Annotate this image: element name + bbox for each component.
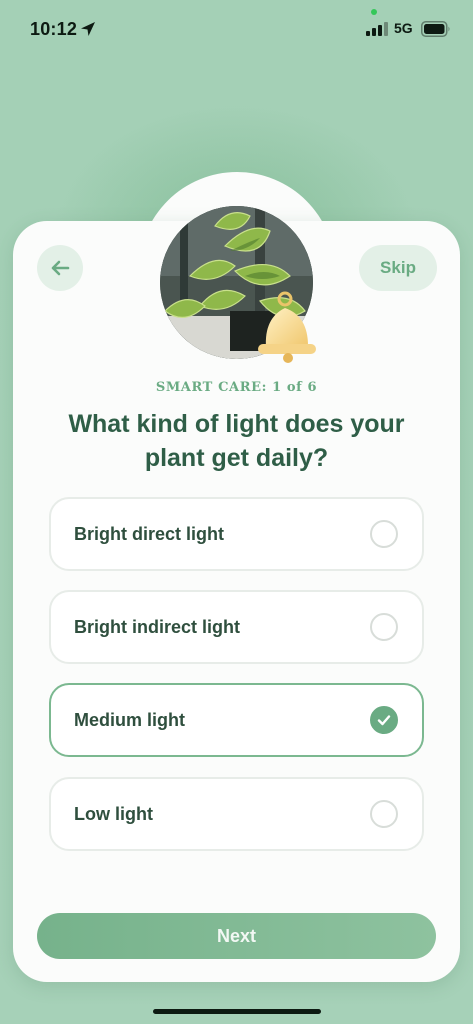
back-button[interactable] — [37, 245, 83, 291]
checkmark-icon — [377, 715, 391, 726]
option-bright-indirect-light[interactable]: Bright indirect light — [49, 590, 424, 664]
option-low-light[interactable]: Low light — [49, 777, 424, 851]
home-indicator[interactable] — [153, 1009, 321, 1014]
option-label: Bright indirect light — [74, 616, 240, 637]
location-arrow-icon — [81, 22, 95, 36]
battery-icon — [421, 21, 450, 37]
skip-button[interactable]: Skip — [359, 245, 437, 291]
radio-button[interactable] — [370, 800, 398, 828]
status-bar: 10:12 5G — [0, 0, 473, 60]
question-title: What kind of light does your plant get d… — [68, 410, 405, 472]
option-label: Low light — [74, 803, 153, 824]
bell-icon — [258, 291, 316, 363]
next-button[interactable]: Next — [37, 913, 436, 959]
radio-button[interactable] — [370, 520, 398, 548]
step-indicator: SMART CARE: 1 of 6 — [155, 380, 318, 395]
status-time: 10:12 — [30, 19, 78, 39]
option-label: Bright direct light — [74, 523, 224, 544]
network-type: 5G — [394, 20, 413, 36]
option-bright-direct-light[interactable]: Bright direct light — [49, 497, 424, 571]
radio-button-checked[interactable] — [370, 706, 398, 734]
arrow-left-icon — [51, 260, 70, 276]
option-label: Medium light — [74, 709, 185, 730]
signal-bars-icon — [366, 22, 388, 36]
option-medium-light[interactable]: Medium light — [49, 683, 424, 757]
privacy-indicator-dot — [371, 9, 377, 15]
radio-button[interactable] — [370, 613, 398, 641]
